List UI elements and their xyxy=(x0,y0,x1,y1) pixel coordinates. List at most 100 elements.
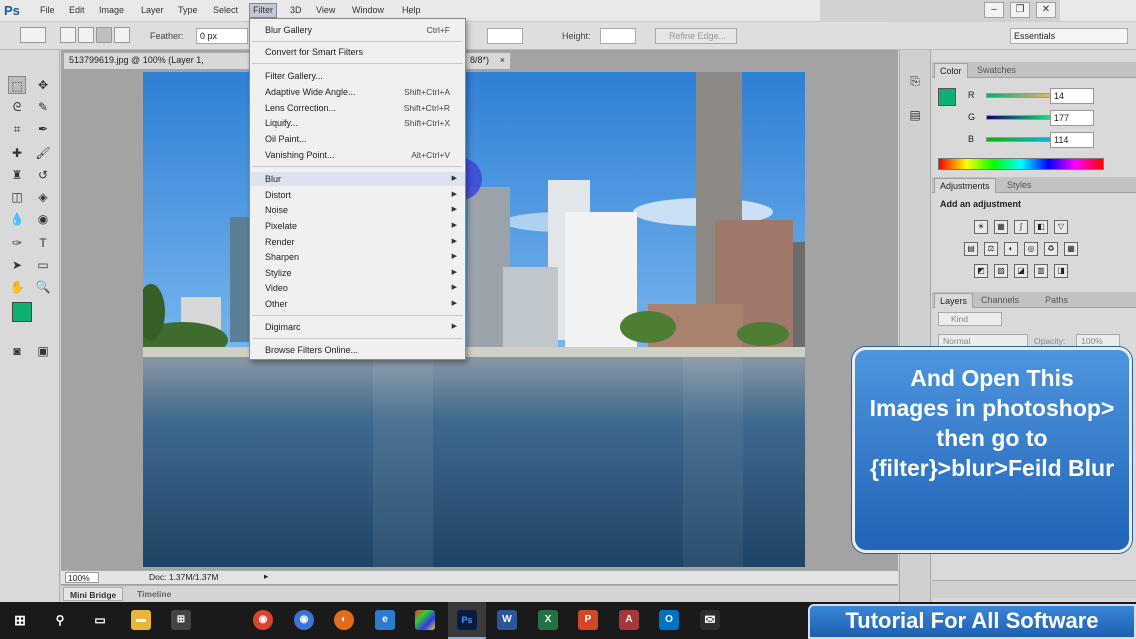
add-selection-icon[interactable] xyxy=(78,27,94,43)
path-select-tool-icon[interactable]: ➤ xyxy=(8,256,26,274)
menu-item-liquify[interactable]: Liquify... Shift+Ctrl+X xyxy=(250,116,465,130)
menu-item-oil-paint[interactable]: Oil Paint... xyxy=(250,132,465,146)
rectangle-tool-icon[interactable]: ▭ xyxy=(34,256,52,274)
close-tab-icon[interactable]: × xyxy=(500,53,505,68)
exposure-icon[interactable]: ◧ xyxy=(1034,220,1048,234)
color-balance-icon[interactable]: ⚖ xyxy=(984,242,998,256)
b-slider[interactable]: B 114 xyxy=(940,132,1130,150)
photoshop-icon[interactable]: Ps xyxy=(457,610,477,630)
close-icon[interactable]: ✕ xyxy=(1036,2,1056,18)
crop-tool-icon[interactable]: ⌗ xyxy=(8,120,26,138)
tab-paths[interactable]: Paths xyxy=(1040,293,1073,308)
tab-color[interactable]: Color xyxy=(934,63,968,78)
subtract-selection-icon[interactable] xyxy=(96,27,112,43)
menu-item-digimarc[interactable]: Digimarc ▶ xyxy=(250,320,465,334)
access-icon[interactable]: A xyxy=(619,610,639,630)
menu-edit[interactable]: Edit xyxy=(69,5,85,15)
search-icon[interactable]: ⚲ xyxy=(50,610,70,630)
b-value-field[interactable]: 114 xyxy=(1050,132,1094,148)
windows-start-icon[interactable]: ⊞ xyxy=(10,610,30,630)
tab-timeline[interactable]: Timeline xyxy=(131,587,177,601)
menu-item-sharpen[interactable]: Sharpen ▶ xyxy=(250,250,465,264)
menu-item-noise[interactable]: Noise ▶ xyxy=(250,203,465,217)
word-icon[interactable]: W xyxy=(497,610,517,630)
tab-styles[interactable]: Styles xyxy=(1002,178,1037,193)
height-input[interactable] xyxy=(600,28,636,44)
workspace-select[interactable]: Essentials xyxy=(1010,28,1128,44)
outlook-icon[interactable]: O xyxy=(659,610,679,630)
tab-channels[interactable]: Channels xyxy=(976,293,1024,308)
vibrance-icon[interactable]: ▽ xyxy=(1054,220,1068,234)
color-spectrum-ramp[interactable] xyxy=(938,158,1104,170)
new-selection-icon[interactable] xyxy=(60,27,76,43)
foreground-color-swatch[interactable] xyxy=(12,302,32,322)
menu-type[interactable]: Type xyxy=(178,5,198,15)
dodge-tool-icon[interactable]: ◉ xyxy=(34,210,52,228)
menu-item-convert-smart-filters[interactable]: Convert for Smart Filters xyxy=(250,45,465,59)
menu-item-pixelate[interactable]: Pixelate ▶ xyxy=(250,219,465,233)
status-arrow-icon[interactable]: ▸ xyxy=(264,571,268,582)
healing-brush-tool-icon[interactable]: ✚ xyxy=(8,144,26,162)
curves-icon[interactable]: ∫ xyxy=(1014,220,1028,234)
move-tool-icon[interactable]: ✥ xyxy=(34,76,52,94)
menu-item-render[interactable]: Render ▶ xyxy=(250,235,465,249)
color-lookup-icon[interactable]: ▦ xyxy=(1064,242,1078,256)
file-explorer-icon[interactable]: ▬ xyxy=(131,610,151,630)
menu-file[interactable]: File xyxy=(40,5,55,15)
excel-icon[interactable]: X xyxy=(538,610,558,630)
tool-preset-picker[interactable] xyxy=(20,27,46,43)
g-value-field[interactable]: 177 xyxy=(1050,110,1094,126)
powerpoint-icon[interactable]: P xyxy=(578,610,598,630)
opacity-field[interactable]: 100% xyxy=(1076,334,1120,348)
type-tool-icon[interactable]: T xyxy=(34,234,52,252)
task-view-icon[interactable]: ▭ xyxy=(90,610,110,630)
black-white-icon[interactable]: ◐ xyxy=(1004,242,1018,256)
menu-window[interactable]: Window xyxy=(352,5,384,15)
tab-mini-bridge[interactable]: Mini Bridge xyxy=(63,587,124,601)
menu-item-vanishing-point[interactable]: Vanishing Point... Alt+Ctrl+V xyxy=(250,148,465,162)
properties-panel-icon[interactable]: ▤ xyxy=(906,106,924,124)
menu-item-other[interactable]: Other ▶ xyxy=(250,297,465,311)
refine-edge-button[interactable]: Refine Edge... xyxy=(655,28,737,44)
lasso-tool-icon[interactable]: ᘓ xyxy=(8,98,26,116)
photo-filter-icon[interactable]: ◎ xyxy=(1024,242,1038,256)
menu-item-video[interactable]: Video ▶ xyxy=(250,281,465,295)
paint-bucket-tool-icon[interactable]: ◈ xyxy=(34,188,52,206)
zoom-tool-icon[interactable]: 🔍 xyxy=(34,278,52,296)
menu-select[interactable]: Select xyxy=(213,5,238,15)
restore-icon[interactable]: ❐ xyxy=(1010,2,1030,18)
gradient-map-icon[interactable]: ▥ xyxy=(1034,264,1048,278)
hue-saturation-icon[interactable]: ▤ xyxy=(964,242,978,256)
r-slider[interactable]: R 14 xyxy=(940,88,1130,106)
store-icon[interactable]: ⊞ xyxy=(171,610,191,630)
menu-layer[interactable]: Layer xyxy=(141,5,164,15)
intersect-selection-icon[interactable] xyxy=(114,27,130,43)
mail-icon[interactable]: ✉ xyxy=(700,610,720,630)
channel-mixer-icon[interactable]: ♻ xyxy=(1044,242,1058,256)
feather-input[interactable]: 0 px xyxy=(196,28,248,44)
menu-view[interactable]: View xyxy=(316,5,335,15)
edge-icon[interactable]: e xyxy=(375,610,395,630)
g-slider[interactable]: G 177 xyxy=(940,110,1130,128)
screen-mode-icon[interactable]: ▣ xyxy=(34,342,52,360)
blur-tool-icon[interactable]: 💧 xyxy=(8,210,26,228)
levels-icon[interactable]: ▦ xyxy=(994,220,1008,234)
hand-tool-icon[interactable]: ✋ xyxy=(8,278,26,296)
quick-select-tool-icon[interactable]: ✎ xyxy=(34,98,52,116)
menu-item-stylize[interactable]: Stylize ▶ xyxy=(250,266,465,280)
history-brush-tool-icon[interactable]: ↺ xyxy=(34,166,52,184)
tab-swatches[interactable]: Swatches xyxy=(972,63,1021,78)
menu-item-adaptive-wide-angle[interactable]: Adaptive Wide Angle... Shift+Ctrl+A xyxy=(250,85,465,99)
menu-3d[interactable]: 3D xyxy=(290,5,302,15)
tab-adjustments[interactable]: Adjustments xyxy=(934,178,996,193)
canvas-image[interactable] xyxy=(143,72,805,567)
history-panel-icon[interactable]: ⎘ xyxy=(906,72,924,90)
layer-kind-filter[interactable]: Kind xyxy=(938,312,1002,326)
invert-icon[interactable]: ◩ xyxy=(974,264,988,278)
eraser-tool-icon[interactable]: ◫ xyxy=(8,188,26,206)
eyedropper-tool-icon[interactable]: ✒ xyxy=(34,120,52,138)
clone-stamp-tool-icon[interactable]: ♜ xyxy=(8,166,26,184)
pen-tool-icon[interactable]: ✑ xyxy=(8,234,26,252)
menu-item-blur[interactable]: Blur ▶ xyxy=(250,172,465,186)
chrome-icon[interactable]: ◉ xyxy=(253,610,273,630)
